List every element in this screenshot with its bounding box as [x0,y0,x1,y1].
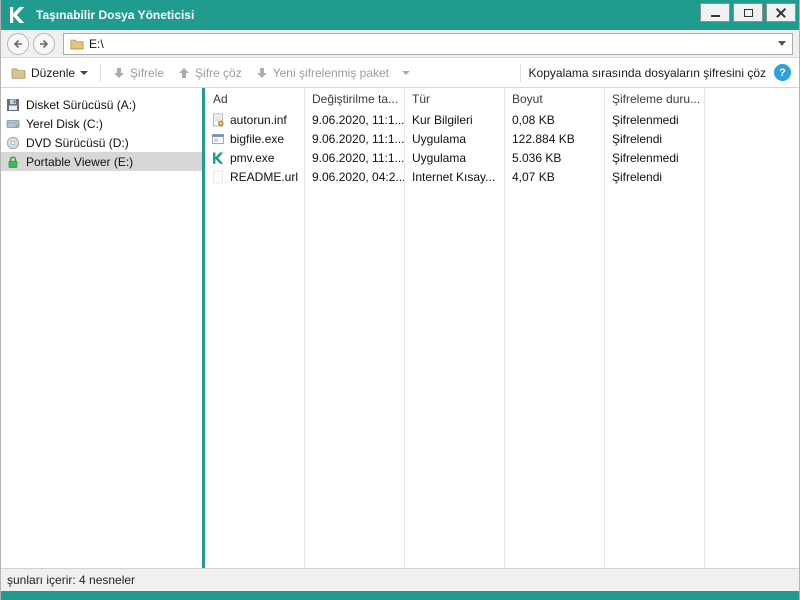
back-arrow-icon [13,39,22,48]
folder-icon [11,67,26,79]
portable-file-manager-window: Taşınabilir Dosya Yöneticisi E:\ Düzenle [0,0,800,600]
hard-disk-icon [6,119,20,128]
window-controls [700,3,796,22]
sidebar-item-floppy-a[interactable]: Disket Sürücüsü (A:) [1,95,202,114]
dvd-drive-icon [6,136,20,149]
file-size: 122.884 KB [512,131,575,146]
arrow-down-icon [114,67,125,78]
file-name: autorun.inf [230,112,287,127]
sidebar-item-label: Yerel Disk (C:) [26,116,103,131]
minimize-button[interactable] [700,3,730,22]
sidebar-item-local-disk-c[interactable]: Yerel Disk (C:) [1,114,202,133]
address-dropdown-icon[interactable] [778,41,786,46]
decrypt-label: Şifre çöz [195,65,242,80]
decrypt-button[interactable]: Şifre çöz [176,66,244,80]
drive-tree-sidebar: Disket Sürücüsü (A:) Yerel Disk (C:) DVD… [1,88,202,568]
file-encryption-status: Şifrelenmedi [612,150,679,165]
forward-arrow-icon [40,39,49,48]
bottom-accent-bar [1,591,799,600]
sidebar-item-portable-viewer-e[interactable]: Portable Viewer (E:) [1,152,202,171]
new-package-label: Yeni şifrelenmiş paket [272,65,390,80]
file-modified: 9.06.2020, 11:1... [312,112,404,127]
help-info-icon[interactable] [774,64,791,81]
file-encryption-status: Şifrelendi [612,131,663,146]
file-modified: 9.06.2020, 04:2... [312,169,404,184]
toolbar-separator [519,63,521,82]
column-header-size[interactable]: Boyut [504,92,604,106]
chevron-down-icon [80,70,89,75]
file-name: README.url [230,169,299,184]
folder-icon [70,39,84,49]
sidebar-item-label: DVD Sürücüsü (D:) [26,135,129,150]
file-size: 4,07 KB [512,169,555,184]
address-text: E:\ [89,36,104,51]
minimize-icon [710,15,720,17]
arrow-up-icon [179,67,190,78]
arrow-down-icon [256,67,267,78]
file-row[interactable]: autorun.inf 9.06.2020, 11:1... Kur Bilgi… [205,110,799,129]
main-area: Disket Sürücüsü (A:) Yerel Disk (C:) DVD… [1,88,799,568]
file-row[interactable]: bigfile.exe 9.06.2020, 11:1... Uygulama … [205,129,799,148]
organize-button[interactable]: Düzenle [9,66,90,80]
file-type: Internet Kısay... [412,169,496,184]
maximize-button[interactable] [733,3,763,22]
column-header-status[interactable]: Şifreleme duru... [604,92,704,106]
file-modified: 9.06.2020, 11:1... [312,150,404,165]
organize-label: Düzenle [31,65,76,80]
column-separator [404,88,405,568]
titlebar: Taşınabilir Dosya Yöneticisi [1,0,799,30]
kaspersky-logo-icon [5,3,29,27]
toolbar-separator [100,63,102,82]
file-row[interactable]: README.url 9.06.2020, 04:2... Internet K… [205,167,799,186]
kaspersky-k-icon [213,152,224,164]
address-bar[interactable]: E:\ [63,32,793,55]
window-title: Taşınabilir Dosya Yöneticisi [36,8,195,22]
file-modified: 9.06.2020, 11:1... [312,131,404,146]
sidebar-item-label: Portable Viewer (E:) [26,154,134,169]
file-size: 5.036 KB [512,150,562,165]
file-row[interactable]: pmv.exe 9.06.2020, 11:1... Uygulama 5.03… [205,148,799,167]
maximize-icon [743,8,753,17]
column-header-modified[interactable]: Değiştirilme ta... [304,92,404,106]
new-encrypted-package-button[interactable]: Yeni şifrelenmiş paket [254,66,412,80]
file-type: Uygulama [412,131,467,146]
column-header-type[interactable]: Tür [404,92,504,106]
url-file-icon [213,170,223,183]
copy-decrypt-label: Kopyalama sırasında dosyaların şifresini… [528,65,766,80]
chevron-down-icon [402,70,411,75]
file-list-pane: Ad Değiştirilme ta... Tür Boyut Şifrelem… [205,88,799,568]
encrypt-button[interactable]: Şifrele [111,66,166,80]
close-button[interactable] [766,3,796,22]
column-separator [504,88,505,568]
status-text: şunları içerir: 4 nesneler [7,573,136,587]
file-type: Kur Bilgileri [412,112,473,127]
column-separator [304,88,305,568]
toolbar: Düzenle Şifrele Şifre çöz Yeni şifrelenm… [1,58,799,88]
inf-file-icon [213,113,224,126]
close-icon [776,8,786,18]
file-name: pmv.exe [230,150,275,165]
toolbar-right-group: Kopyalama sırasında dosyaların şifresini… [519,63,791,82]
navigation-bar: E:\ [1,30,799,58]
floppy-drive-icon [7,98,19,111]
encrypt-label: Şifrele [130,65,165,80]
file-encryption-status: Şifrelendi [612,169,663,184]
back-button[interactable] [7,32,29,55]
lock-icon [8,155,18,168]
file-encryption-status: Şifrelenmedi [612,112,679,127]
sidebar-item-label: Disket Sürücüsü (A:) [26,97,137,112]
status-bar: şunları içerir: 4 nesneler [1,568,799,591]
file-size: 0,08 KB [512,112,555,127]
forward-button[interactable] [33,32,55,55]
column-separator [704,88,705,568]
column-separator [604,88,605,568]
file-name: bigfile.exe [230,131,285,146]
list-header: Ad Değiştirilme ta... Tür Boyut Şifrelem… [205,88,799,110]
column-header-name[interactable]: Ad [205,92,304,106]
file-type: Uygulama [412,150,467,165]
sidebar-item-dvd-d[interactable]: DVD Sürücüsü (D:) [1,133,202,152]
exe-file-icon [212,133,224,144]
